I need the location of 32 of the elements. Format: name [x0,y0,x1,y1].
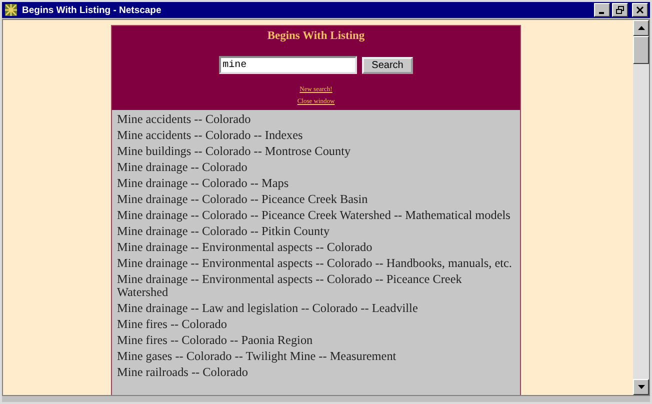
result-link[interactable]: Mine drainage -- Colorado -- Maps [117,175,515,191]
close-button[interactable] [632,3,648,17]
result-link[interactable]: Mine drainage -- Colorado [117,159,515,175]
result-link[interactable]: Mine buildings -- Colorado -- Montrose County [117,143,515,159]
scroll-up-button[interactable] [633,20,649,36]
result-link[interactable]: Mine drainage -- Environmental aspects -- Colorado -- Piceance Creek Watershed [117,271,515,300]
restore-icon [616,6,624,14]
result-link[interactable]: Mine railroads -- Colorado [117,364,515,380]
restore-button[interactable] [612,3,628,17]
scroll-thumb[interactable] [633,36,649,64]
result-link[interactable]: Mine drainage -- Colorado -- Pitkin County [117,223,515,239]
result-link[interactable]: Mine gases -- Colorado -- Twilight Mine -- Measurement [117,348,515,364]
result-link[interactable]: Mine drainage -- Environmental aspects -- Colorado -- Handbooks, manuals, etc. [117,255,515,271]
page-title: Begins With Listing [267,29,365,44]
result-link[interactable]: Mine accidents -- Colorado [117,111,515,127]
search-button[interactable]: Search [362,56,414,74]
result-link[interactable]: Mine fires -- Colorado [117,316,515,332]
minimize-button[interactable] [594,3,610,17]
scroll-down-button[interactable] [633,379,649,395]
down-arrow-icon [638,385,644,389]
app-icon [4,3,18,17]
result-link[interactable]: Mine drainage -- Law and legislation -- Colorado -- Leadville [117,300,515,316]
result-link[interactable]: Mine fires -- Colorado -- Paonia Region [117,332,515,348]
close-icon [636,6,644,14]
result-link[interactable]: Mine accidents -- Colorado -- Indexes [117,127,515,143]
window-title: Begins With Listing - Netscape [22,4,162,16]
result-link[interactable]: Mine drainage -- Colorado -- Piceance Creek Basin [117,191,515,207]
result-link[interactable]: Mine drainage -- Colorado -- Piceance Creek Watershed -- Mathematical models [117,207,515,223]
up-arrow-icon [638,26,644,30]
scrollbar[interactable] [633,20,649,395]
search-field[interactable]: mine [218,56,357,74]
result-link[interactable]: Mine drainage -- Environmental aspects -- Colorado [117,239,515,255]
